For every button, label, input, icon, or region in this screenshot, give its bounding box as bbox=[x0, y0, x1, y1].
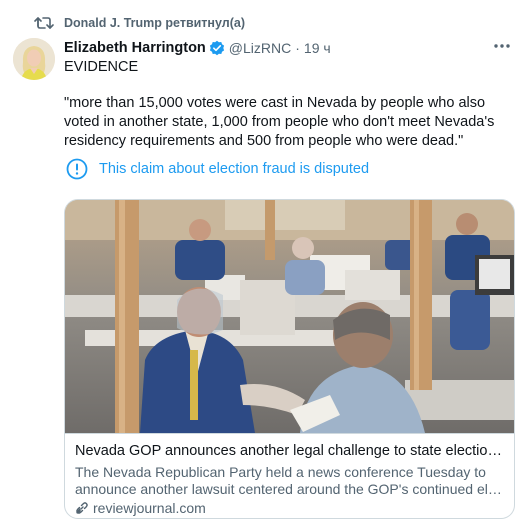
card-description: The Nevada Republican Party held a news … bbox=[75, 464, 505, 498]
verified-badge-icon bbox=[209, 40, 224, 56]
avatar-image bbox=[13, 38, 55, 80]
retweet-icon bbox=[34, 17, 54, 29]
card-image bbox=[65, 200, 514, 433]
tweet-header: Elizabeth Harrington @LizRNC · 19 ч bbox=[64, 39, 331, 57]
timestamp[interactable]: 19 ч bbox=[304, 40, 331, 56]
author-handle[interactable]: @LizRNC bbox=[229, 40, 291, 56]
disputed-claim-label[interactable]: This claim about election fraud is dispu… bbox=[66, 157, 369, 181]
tweet-quote: "more than 15,000 votes were cast in Nev… bbox=[64, 95, 495, 149]
card-domain: reviewjournal.com bbox=[93, 500, 206, 516]
header-separator: · bbox=[295, 40, 300, 56]
link-icon bbox=[76, 502, 88, 514]
card-domain-row[interactable]: reviewjournal.com bbox=[75, 500, 206, 516]
info-circle-icon bbox=[66, 158, 88, 180]
tweet-line-evidence: EVIDENCE bbox=[64, 59, 139, 75]
retweeter-label[interactable]: Donald J. Trump ретвитнул(а) bbox=[64, 16, 245, 30]
card-body: Nevada GOP announces another legal chall… bbox=[65, 433, 514, 518]
card-title[interactable]: Nevada GOP announces another legal chall… bbox=[75, 443, 505, 459]
more-options-icon[interactable] bbox=[492, 38, 512, 54]
avatar[interactable] bbox=[13, 38, 55, 80]
card-description-line-2: announce another lawsuit centered around… bbox=[75, 481, 505, 497]
disputed-claim-text[interactable]: This claim about election fraud is dispu… bbox=[99, 161, 369, 177]
tweet-text: EVIDENCE "more than 15,000 votes were ca… bbox=[64, 58, 514, 151]
author-name[interactable]: Elizabeth Harrington bbox=[64, 40, 206, 56]
link-card[interactable]: Nevada GOP announces another legal chall… bbox=[64, 199, 515, 519]
card-description-line-1: The Nevada Republican Party held a news … bbox=[75, 464, 486, 480]
tweet[interactable]: Donald J. Trump ретвитнул(а) Elizabeth H… bbox=[0, 0, 526, 528]
